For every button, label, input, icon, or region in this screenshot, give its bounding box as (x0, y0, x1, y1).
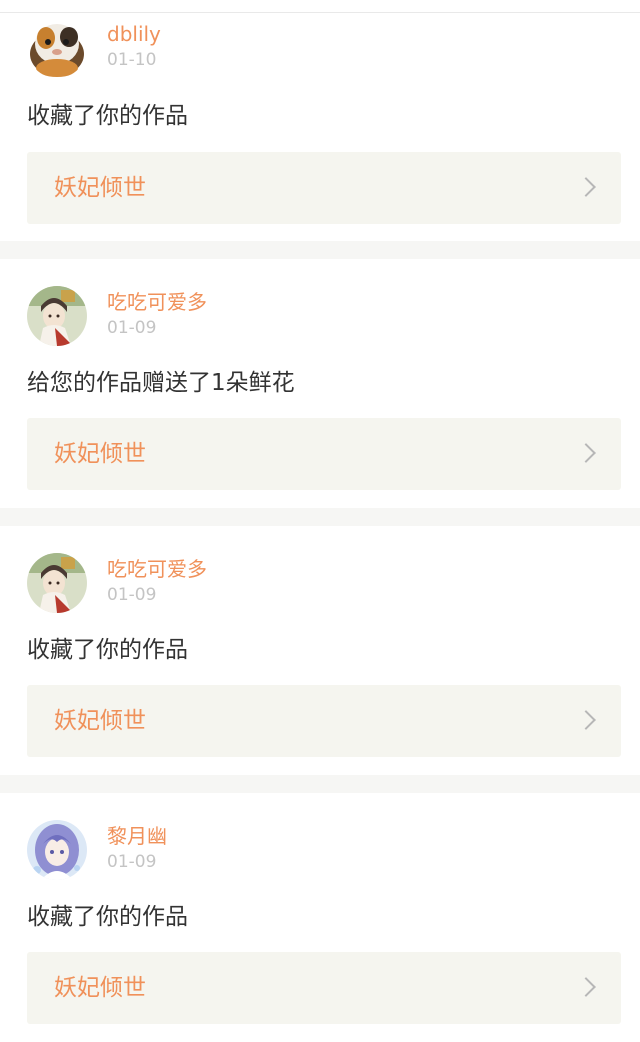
user-avatar[interactable] (27, 553, 87, 613)
work-title: 妖妃倾世 (54, 175, 146, 201)
anime-purple-hair-avatar-icon (27, 820, 87, 880)
action-text: 收藏了你的作品 (27, 904, 188, 930)
anime-girl-avatar-icon (27, 286, 87, 346)
notification-card: 黎月幽 01-09 收藏了你的作品 妖妃倾世 (0, 775, 640, 1042)
action-text: 给您的作品赠送了1朵鲜花 (27, 370, 295, 396)
chevron-right-icon (576, 710, 596, 730)
chevron-right-icon (576, 177, 596, 197)
guinea-pig-avatar-icon (27, 18, 87, 78)
username[interactable]: 吃吃可爱多 (107, 557, 207, 581)
notification-header[interactable]: 黎月幽 01-09 (27, 820, 607, 882)
top-divider (0, 0, 640, 13)
notification-header[interactable]: dblily 01-10 (27, 18, 607, 80)
timestamp: 01-10 (107, 50, 157, 70)
timestamp: 01-09 (107, 318, 157, 338)
timestamp: 01-09 (107, 852, 157, 872)
notification-card: 吃吃可爱多 01-09 收藏了你的作品 妖妃倾世 (0, 508, 640, 775)
timestamp: 01-09 (107, 585, 157, 605)
username[interactable]: 黎月幽 (107, 824, 167, 848)
notification-card: dblily 01-10 收藏了你的作品 妖妃倾世 (0, 13, 640, 241)
notification-header[interactable]: 吃吃可爱多 01-09 (27, 553, 607, 615)
action-text: 收藏了你的作品 (27, 637, 188, 663)
user-avatar[interactable] (27, 18, 87, 78)
chevron-right-icon (576, 443, 596, 463)
username[interactable]: dblily (107, 22, 161, 46)
notification-card: 吃吃可爱多 01-09 给您的作品赠送了1朵鲜花 妖妃倾世 (0, 241, 640, 508)
user-avatar[interactable] (27, 286, 87, 346)
work-link[interactable]: 妖妃倾世 (27, 418, 621, 490)
work-title: 妖妃倾世 (54, 441, 146, 467)
work-link[interactable]: 妖妃倾世 (27, 685, 621, 757)
chevron-right-icon (576, 977, 596, 997)
work-title: 妖妃倾世 (54, 708, 146, 734)
action-text: 收藏了你的作品 (27, 103, 188, 129)
notification-header[interactable]: 吃吃可爱多 01-09 (27, 286, 607, 348)
work-title: 妖妃倾世 (54, 975, 146, 1001)
anime-girl-avatar-icon (27, 553, 87, 613)
username[interactable]: 吃吃可爱多 (107, 290, 207, 314)
work-link[interactable]: 妖妃倾世 (27, 152, 621, 224)
notification-feed: dblily 01-10 收藏了你的作品 妖妃倾世 吃吃可爱多 01-09 给您… (0, 13, 640, 1042)
work-link[interactable]: 妖妃倾世 (27, 952, 621, 1024)
user-avatar[interactable] (27, 820, 87, 880)
